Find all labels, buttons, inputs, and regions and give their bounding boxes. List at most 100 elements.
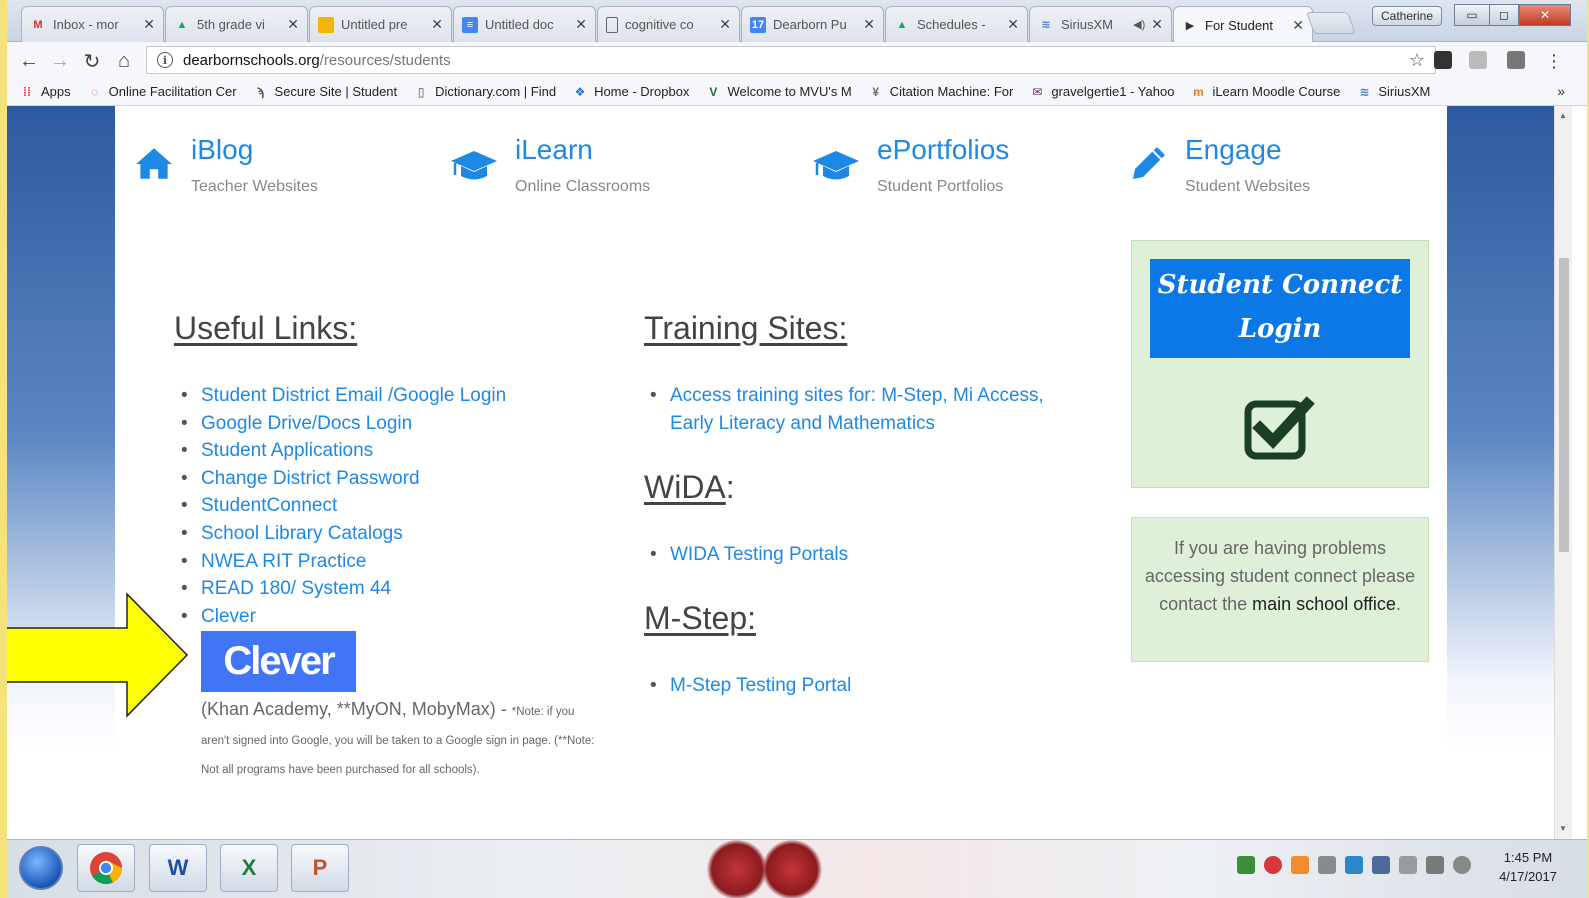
training-sites-heading: Training Sites: (644, 310, 848, 346)
link-studentconnect[interactable]: StudentConnect (181, 492, 506, 520)
word-icon[interactable]: W (149, 844, 207, 892)
extension-reader-icon[interactable] (1434, 51, 1452, 69)
link-clever[interactable]: Clever (181, 603, 506, 631)
link-google-drive[interactable]: Google Drive/Docs Login (181, 410, 506, 438)
address-bar[interactable]: i dearbornschools.org/resources/students… (146, 46, 1436, 74)
link-student-applications[interactable]: Student Applications (181, 437, 506, 465)
excel-icon[interactable]: X (220, 844, 278, 892)
siriusxm-icon: ≋ (1359, 84, 1370, 99)
feature-title[interactable]: Engage (1185, 134, 1310, 166)
wida-list: WIDA Testing Portals (650, 541, 848, 569)
link-wida-testing-portals[interactable]: WIDA Testing Portals (650, 541, 848, 569)
tab-inbox[interactable]: M Inbox - mor ✕ (21, 6, 164, 42)
feature-title[interactable]: iBlog (191, 134, 318, 166)
close-icon[interactable]: ✕ (287, 16, 299, 33)
close-icon[interactable]: ✕ (1151, 16, 1163, 33)
tray-display-icon[interactable] (1372, 856, 1390, 874)
tray-tool-icon[interactable] (1318, 856, 1336, 874)
close-icon[interactable]: ✕ (1292, 17, 1304, 34)
bookmark-secure-site[interactable]: ϡ Secure Site | Student (253, 84, 397, 100)
window-close-button[interactable]: ✕ (1519, 4, 1571, 26)
wallpaper-decoration (707, 840, 767, 898)
feature-subtitle: Teacher Websites (191, 178, 318, 195)
useful-links-heading: Useful Links: (174, 310, 358, 346)
bookmark-citation-machine[interactable]: ¥ Citation Machine: For (868, 84, 1013, 100)
bookmarks-bar: ⁞⁞ Apps ◌ Online Facilitation Cer ϡ Secure … (7, 78, 1587, 106)
tray-update-icon[interactable] (1291, 856, 1309, 874)
tray-security-icon[interactable] (1264, 856, 1282, 874)
close-icon[interactable]: ✕ (143, 16, 155, 33)
info-icon[interactable]: i (157, 52, 173, 68)
taskbar-clock[interactable]: 1:45 PM 4/17/2017 (1483, 848, 1573, 886)
feature-eportfolios[interactable]: ePortfolios Student Portfolios (811, 130, 1009, 196)
close-icon[interactable]: ✕ (863, 16, 875, 33)
link-read-180[interactable]: READ 180/ System 44 (181, 575, 506, 603)
scroll-up-icon[interactable]: ▲ (1559, 111, 1567, 120)
apps-grid-icon: ⁞⁞ (23, 84, 31, 99)
feature-title[interactable]: ePortfolios (877, 134, 1009, 166)
clever-logo-button[interactable]: Clever (201, 631, 356, 692)
link-student-district-email[interactable]: Student District Email /Google Login (181, 382, 506, 410)
back-arrow-icon[interactable]: ← (17, 49, 41, 73)
network-signal-icon[interactable] (1426, 856, 1444, 874)
system-tray (1237, 856, 1480, 874)
extension-puzzle-icon[interactable] (1507, 51, 1525, 69)
volume-icon[interactable] (1453, 856, 1471, 874)
tab-cognitive[interactable]: cognitive co ✕ (597, 6, 740, 42)
close-icon[interactable]: ✕ (719, 16, 731, 33)
link-training-sites[interactable]: Access training sites for: M-Step, Mi Ac… (650, 382, 1070, 437)
new-tab-button[interactable] (1305, 12, 1357, 34)
tab-schedules[interactable]: ▲ Schedules - ✕ (885, 6, 1028, 42)
link-mstep-testing-portal[interactable]: M-Step Testing Portal (650, 672, 851, 700)
tab-dearborn[interactable]: 17 Dearborn Pu ✕ (741, 6, 884, 42)
minimize-button[interactable]: ▭ (1454, 4, 1490, 26)
feature-title[interactable]: iLearn (515, 134, 650, 166)
close-icon[interactable]: ✕ (1007, 16, 1019, 33)
extension-cast-icon[interactable] (1469, 51, 1487, 69)
link-library-catalogs[interactable]: School Library Catalogs (181, 520, 506, 548)
tab-untitled-presentation[interactable]: Untitled pre ✕ (309, 6, 452, 42)
menu-icon[interactable]: ⋮ (1542, 49, 1566, 73)
tab-for-students[interactable]: ▶ For Student ✕ (1173, 6, 1313, 43)
bookmark-siriusxm[interactable]: ≋ SiriusXM (1356, 84, 1430, 100)
bookmark-ilearn-moodle[interactable]: m iLearn Moodle Course (1190, 84, 1340, 100)
close-icon[interactable]: ✕ (431, 16, 443, 33)
tab-siriusxm[interactable]: ≋ SiriusXM ◀) ✕ (1029, 6, 1172, 42)
bookmark-online-facilitation[interactable]: ◌ Online Facilitation Cer (87, 84, 236, 100)
bookmark-star-icon[interactable]: ☆ (1409, 50, 1425, 71)
reload-icon[interactable]: ↻ (80, 49, 104, 73)
chrome-icon[interactable] (77, 844, 135, 892)
profile-button[interactable]: Catherine (1372, 6, 1443, 26)
windows-start-button[interactable] (19, 846, 63, 890)
page-icon: ▶ (1185, 19, 1195, 32)
tray-device-icon[interactable] (1399, 856, 1417, 874)
tab-5th-grade[interactable]: ▲ 5th grade vi ✕ (165, 6, 308, 42)
link-change-password[interactable]: Change District Password (181, 465, 506, 493)
audio-playing-icon[interactable]: ◀) (1133, 18, 1145, 31)
scroll-down-icon[interactable]: ▼ (1559, 824, 1567, 833)
page-viewport: iBlog Teacher Websites iLearn Online Cla… (7, 106, 1554, 839)
forward-arrow-icon[interactable]: → (48, 49, 72, 73)
more-bookmarks-icon[interactable]: » (1557, 83, 1565, 99)
feature-iblog[interactable]: iBlog Teacher Websites (133, 130, 318, 196)
student-connect-login-button[interactable]: Student Connect Login (1150, 259, 1410, 358)
calendar-icon: 17 (750, 16, 766, 33)
maximize-button[interactable]: ◻ (1489, 4, 1519, 26)
bookmark-yahoo-mail[interactable]: ✉ gravelgertie1 - Yahoo (1029, 84, 1174, 100)
bookmark-mvu[interactable]: V Welcome to MVU's M (705, 84, 851, 100)
bookmark-apps[interactable]: ⁞⁞ Apps (19, 84, 71, 100)
home-icon[interactable]: ⌂ (112, 49, 136, 73)
tab-untitled-document[interactable]: ≡ Untitled doc ✕ (453, 6, 596, 42)
page-scrollbar[interactable]: ▲ ▼ (1554, 106, 1572, 839)
link-nwea-rit[interactable]: NWEA RIT Practice (181, 548, 506, 576)
browser-tab-strip: M Inbox - mor ✕ ▲ 5th grade vi ✕ Untitle… (7, 0, 1587, 43)
powerpoint-icon[interactable]: P (291, 844, 349, 892)
scroll-thumb[interactable] (1559, 258, 1569, 552)
tray-app-icon[interactable] (1237, 856, 1255, 874)
feature-engage[interactable]: Engage Student Websites (1129, 130, 1310, 196)
bookmark-dictionary[interactable]: ▯ Dictionary.com | Find (413, 84, 556, 100)
feature-ilearn[interactable]: iLearn Online Classrooms (449, 130, 650, 196)
bookmark-dropbox[interactable]: ❖ Home - Dropbox (572, 84, 690, 100)
close-icon[interactable]: ✕ (575, 16, 587, 33)
tray-eye-icon[interactable] (1345, 856, 1363, 874)
